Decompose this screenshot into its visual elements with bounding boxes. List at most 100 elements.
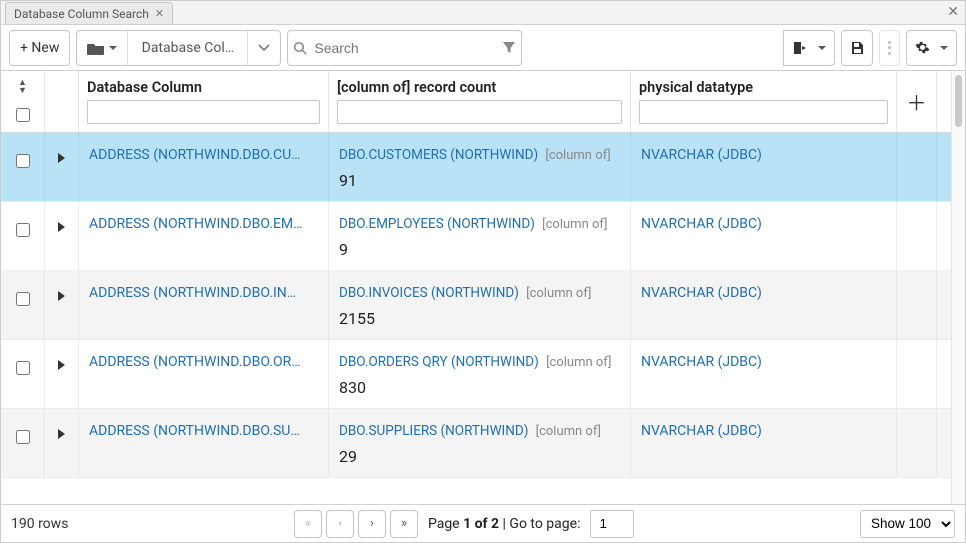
row-checkbox[interactable] (16, 430, 30, 444)
relation-meta: [column of] (543, 355, 612, 370)
header-label: Database Column (87, 79, 320, 96)
grid-footer: 190 rows « ‹ › » Page 1 of 2 | Go to pag… (1, 504, 965, 542)
datatype-link[interactable]: NVARCHAR (JDBC) (641, 216, 762, 232)
table-row[interactable]: ADDRESS (NORTHWIND.DBO.OR… DBO.ORDERS QRY… (1, 340, 951, 409)
relation-link[interactable]: DBO.SUPPLIERS (NORTHWIND) (339, 423, 528, 439)
cell-trailing (897, 271, 937, 339)
more-button[interactable] (879, 30, 900, 66)
datatype-link[interactable]: NVARCHAR (JDBC) (641, 354, 762, 370)
grid-header: ▲▼ Database Column [column of] record co… (1, 71, 951, 133)
caret-down-icon (814, 40, 826, 56)
cell-name[interactable]: ADDRESS (NORTHWIND.DBO.CU… (79, 133, 329, 201)
cell-name[interactable]: ADDRESS (NORTHWIND.DBO.OR… (79, 340, 329, 408)
cell-datatype[interactable]: NVARCHAR (JDBC) (631, 133, 897, 201)
filter-input-datatype[interactable] (639, 100, 888, 124)
column-name-link[interactable]: ADDRESS (NORTHWIND.DBO.IN… (89, 285, 296, 301)
datatype-link[interactable]: NVARCHAR (JDBC) (641, 423, 762, 439)
vertical-scrollbar[interactable] (951, 71, 965, 504)
tab-database-column-search[interactable]: Database Column Search ✕ (5, 2, 173, 24)
cell-trailing (897, 409, 937, 477)
cell-datatype[interactable]: NVARCHAR (JDBC) (631, 409, 897, 477)
goto-page-input[interactable] (590, 510, 634, 538)
relation-link[interactable]: DBO.EMPLOYEES (NORTHWIND) (339, 216, 535, 232)
ellipsis-vertical-icon (888, 41, 891, 55)
tab-close-icon[interactable]: ✕ (155, 7, 164, 20)
search-input[interactable] (312, 32, 497, 64)
relation-link[interactable]: DBO.ORDERS QRY (NORTHWIND) (339, 354, 539, 370)
page-prev-button[interactable]: ‹ (326, 510, 354, 538)
column-name-link[interactable]: ADDRESS (NORTHWIND.DBO.CU… (89, 147, 301, 163)
add-column-button[interactable]: ＋ (897, 71, 937, 132)
record-count-value: 2155 (339, 309, 620, 328)
row-expand-cell[interactable] (45, 409, 79, 477)
folder-selected-label: Database Col… (127, 31, 247, 65)
relation-link[interactable]: DBO.INVOICES (NORTHWIND) (339, 285, 519, 301)
datatype-link[interactable]: NVARCHAR (JDBC) (641, 285, 762, 301)
header-col-record-count[interactable]: [column of] record count (329, 71, 631, 132)
filter-input-name[interactable] (87, 100, 320, 124)
sort-indicator-icon[interactable]: ▲▼ (18, 79, 27, 95)
pager: « ‹ › » Page 1 of 2 | Go to page: (294, 510, 635, 538)
record-count-value: 91 (339, 171, 620, 190)
toolbar: + New Database Col… (1, 25, 965, 71)
save-button[interactable] (841, 30, 873, 66)
window-close-icon[interactable]: ✕ (947, 4, 959, 20)
folder-dropdown-icon[interactable] (247, 31, 280, 65)
filter-input-record-count[interactable] (337, 100, 622, 124)
row-expand-cell[interactable] (45, 202, 79, 270)
grid-body: ADDRESS (NORTHWIND.DBO.CU… DBO.CUSTOMERS … (1, 133, 951, 478)
folder-selector[interactable]: Database Col… (76, 30, 281, 66)
select-all-checkbox[interactable] (16, 108, 30, 122)
table-row[interactable]: ADDRESS (NORTHWIND.DBO.EM… DBO.EMPLOYEES … (1, 202, 951, 271)
cell-trailing (897, 202, 937, 270)
new-button[interactable]: + New (9, 30, 70, 66)
header-col-datatype[interactable]: physical datatype (631, 71, 897, 132)
filter-icon[interactable] (497, 41, 521, 55)
row-expand-cell[interactable] (45, 271, 79, 339)
page-size-select[interactable]: Show 100 (860, 510, 955, 538)
header-label: physical datatype (639, 79, 888, 96)
export-group (783, 30, 835, 66)
column-name-link[interactable]: ADDRESS (NORTHWIND.DBO.SU… (89, 423, 300, 439)
cell-record-count: DBO.SUPPLIERS (NORTHWIND) [column of]29 (329, 409, 631, 477)
cell-datatype[interactable]: NVARCHAR (JDBC) (631, 340, 897, 408)
caret-down-icon (105, 40, 117, 56)
header-col-name[interactable]: Database Column (79, 71, 329, 132)
export-button[interactable] (783, 30, 835, 66)
table-row[interactable]: ADDRESS (NORTHWIND.DBO.IN… DBO.INVOICES (… (1, 271, 951, 340)
tab-label: Database Column Search (14, 7, 149, 21)
row-checkbox[interactable] (16, 223, 30, 237)
datatype-link[interactable]: NVARCHAR (JDBC) (641, 147, 762, 163)
relation-meta: [column of] (539, 217, 608, 232)
table-row[interactable]: ADDRESS (NORTHWIND.DBO.SU… DBO.SUPPLIERS … (1, 409, 951, 478)
row-checkbox[interactable] (16, 361, 30, 375)
page-next-button[interactable]: › (358, 510, 386, 538)
relation-meta: [column of] (523, 286, 592, 301)
column-name-link[interactable]: ADDRESS (NORTHWIND.DBO.OR… (89, 354, 301, 370)
cell-record-count: DBO.ORDERS QRY (NORTHWIND) [column of] 83… (329, 340, 631, 408)
cell-name[interactable]: ADDRESS (NORTHWIND.DBO.EM… (79, 202, 329, 270)
column-name-link[interactable]: ADDRESS (NORTHWIND.DBO.EM… (89, 216, 303, 232)
cell-datatype[interactable]: NVARCHAR (JDBC) (631, 271, 897, 339)
settings-button[interactable] (906, 30, 957, 66)
row-checkbox[interactable] (16, 292, 30, 306)
search-box[interactable] (287, 30, 522, 66)
page-first-button[interactable]: « (294, 510, 322, 538)
search-icon (288, 41, 312, 55)
header-sort-checkbox[interactable]: ▲▼ (1, 71, 45, 132)
cell-name[interactable]: ADDRESS (NORTHWIND.DBO.IN… (79, 271, 329, 339)
row-checkbox[interactable] (16, 154, 30, 168)
table-row[interactable]: ADDRESS (NORTHWIND.DBO.CU… DBO.CUSTOMERS … (1, 133, 951, 202)
record-count-value: 830 (339, 378, 620, 397)
scrollbar-thumb[interactable] (955, 75, 962, 127)
cell-datatype[interactable]: NVARCHAR (JDBC) (631, 202, 897, 270)
row-expand-cell[interactable] (45, 133, 79, 201)
page-last-button[interactable]: » (390, 510, 418, 538)
row-expand-cell[interactable] (45, 340, 79, 408)
app-window: Database Column Search ✕ ✕ + New Databas… (0, 0, 966, 543)
expand-triangle-icon (58, 291, 65, 301)
row-checkbox-cell (1, 409, 45, 477)
relation-link[interactable]: DBO.CUSTOMERS (NORTHWIND) (339, 147, 538, 163)
cell-name[interactable]: ADDRESS (NORTHWIND.DBO.SU… (79, 409, 329, 477)
folder-open-icon[interactable] (77, 31, 127, 65)
